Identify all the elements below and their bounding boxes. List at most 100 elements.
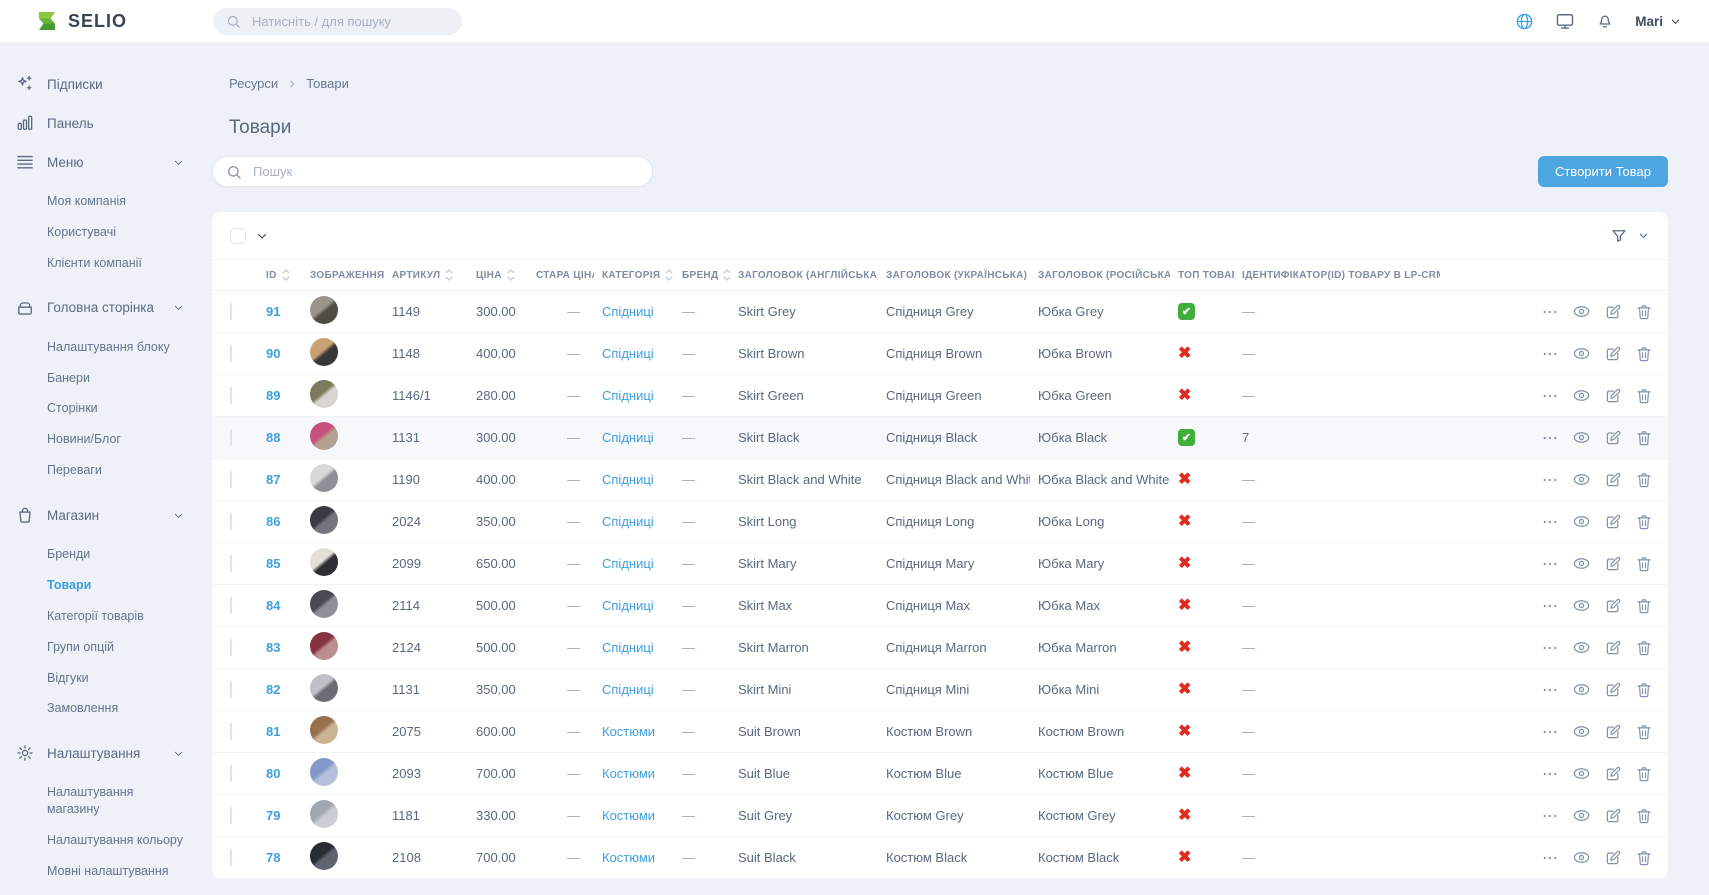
product-id-link[interactable]: 78 [266,850,280,865]
row-edit-button[interactable] [1604,639,1622,657]
sidebar-item-dashboard[interactable]: Панель [8,108,190,138]
row-view-button[interactable] [1572,680,1591,699]
sidebar-subitem[interactable]: Налаштування магазину [8,777,190,825]
category-link[interactable]: Спідниці [602,304,654,319]
row-checkbox[interactable] [230,555,232,572]
create-product-button[interactable]: Створити Товар [1538,156,1668,187]
sidebar-subitem[interactable]: Категорії товарів [8,601,190,632]
product-image[interactable] [310,758,338,786]
row-checkbox[interactable] [230,387,232,404]
row-edit-button[interactable] [1604,765,1622,783]
row-more-button[interactable] [1541,303,1559,321]
bell-icon[interactable] [1596,12,1614,30]
product-image[interactable] [310,296,338,324]
sidebar-subitem[interactable]: Банери [8,363,190,394]
row-edit-button[interactable] [1604,723,1622,741]
row-more-button[interactable] [1541,597,1559,615]
row-edit-button[interactable] [1604,555,1622,573]
sidebar-item-subscriptions[interactable]: Підписки [8,69,190,99]
row-view-button[interactable] [1572,344,1591,363]
category-link[interactable]: Спідниці [602,388,654,403]
row-more-button[interactable] [1541,429,1559,447]
product-image[interactable] [310,842,338,870]
category-link[interactable]: Спідниці [602,472,654,487]
row-view-button[interactable] [1572,470,1591,489]
row-delete-button[interactable] [1635,765,1653,783]
column-header-wrap[interactable]: ID [266,268,294,282]
sidebar-subitem[interactable]: Групи опцій [8,632,190,663]
sidebar-item-settings[interactable]: Налаштування [8,738,190,768]
row-more-button[interactable] [1541,807,1559,825]
product-id-link[interactable]: 79 [266,808,280,823]
category-link[interactable]: Костюми [602,850,655,865]
product-image[interactable] [310,632,338,660]
sidebar-subitem[interactable]: Налаштування кольору [8,825,190,856]
row-more-button[interactable] [1541,639,1559,657]
category-link[interactable]: Костюми [602,766,655,781]
sidebar-subitem[interactable]: Моя компанія [8,186,190,217]
category-link[interactable]: Спідниці [602,556,654,571]
product-id-link[interactable]: 88 [266,430,280,445]
sidebar-subitem[interactable]: Налаштування сторінки оформлення замовле… [8,887,190,895]
column-header-wrap[interactable]: ЦІНА [476,268,520,282]
category-link[interactable]: Спідниці [602,682,654,697]
row-delete-button[interactable] [1635,807,1653,825]
sidebar-subitem[interactable]: Переваги [8,455,190,486]
row-view-button[interactable] [1572,302,1591,321]
product-id-link[interactable]: 91 [266,304,280,319]
row-edit-button[interactable] [1604,849,1622,867]
row-delete-button[interactable] [1635,849,1653,867]
row-edit-button[interactable] [1604,807,1622,825]
user-menu[interactable]: Mari [1635,14,1681,29]
product-id-link[interactable]: 85 [266,556,280,571]
row-more-button[interactable] [1541,681,1559,699]
sort-icon[interactable] [507,268,515,282]
globe-icon[interactable] [1515,12,1534,31]
sidebar-item-shop[interactable]: Магазин [8,500,190,530]
row-checkbox[interactable] [230,303,232,320]
column-header-wrap[interactable]: АРТИКУЛ [392,268,460,282]
sort-icon[interactable] [445,268,453,282]
product-id-link[interactable]: 82 [266,682,280,697]
product-id-link[interactable]: 86 [266,514,280,529]
brand-logo[interactable]: SELIO [0,9,196,33]
row-view-button[interactable] [1572,764,1591,783]
sidebar-subitem[interactable]: Відгуки [8,663,190,694]
product-id-link[interactable]: 83 [266,640,280,655]
sidebar-item-homepage[interactable]: Головна сторінка [8,293,190,323]
monitor-icon[interactable] [1555,11,1575,31]
row-delete-button[interactable] [1635,429,1653,447]
select-all-checkbox[interactable] [230,228,246,244]
global-search[interactable] [213,8,462,35]
row-delete-button[interactable] [1635,555,1653,573]
product-image[interactable] [310,548,338,576]
category-link[interactable]: Костюми [602,808,655,823]
product-id-link[interactable]: 87 [266,472,280,487]
breadcrumb-resources[interactable]: Ресурси [229,76,278,91]
row-checkbox[interactable] [230,513,232,530]
row-checkbox[interactable] [230,807,232,824]
row-more-button[interactable] [1541,765,1559,783]
category-link[interactable]: Спідниці [602,430,654,445]
product-id-link[interactable]: 80 [266,766,280,781]
row-more-button[interactable] [1541,513,1559,531]
row-checkbox[interactable] [230,471,232,488]
row-delete-button[interactable] [1635,387,1653,405]
products-search-input[interactable] [251,163,639,180]
row-more-button[interactable] [1541,471,1559,489]
product-image[interactable] [310,506,338,534]
product-image[interactable] [310,716,338,744]
column-header-wrap[interactable]: КАТЕГОРІЯ [602,268,666,282]
product-image[interactable] [310,674,338,702]
row-edit-button[interactable] [1604,429,1622,447]
sort-icon[interactable] [723,268,730,282]
product-id-link[interactable]: 81 [266,724,280,739]
filter-control[interactable] [1610,227,1649,245]
row-more-button[interactable] [1541,723,1559,741]
row-delete-button[interactable] [1635,345,1653,363]
category-link[interactable]: Спідниці [602,514,654,529]
chevron-down-icon[interactable] [256,230,268,242]
row-checkbox[interactable] [230,639,232,656]
row-delete-button[interactable] [1635,639,1653,657]
row-edit-button[interactable] [1604,681,1622,699]
